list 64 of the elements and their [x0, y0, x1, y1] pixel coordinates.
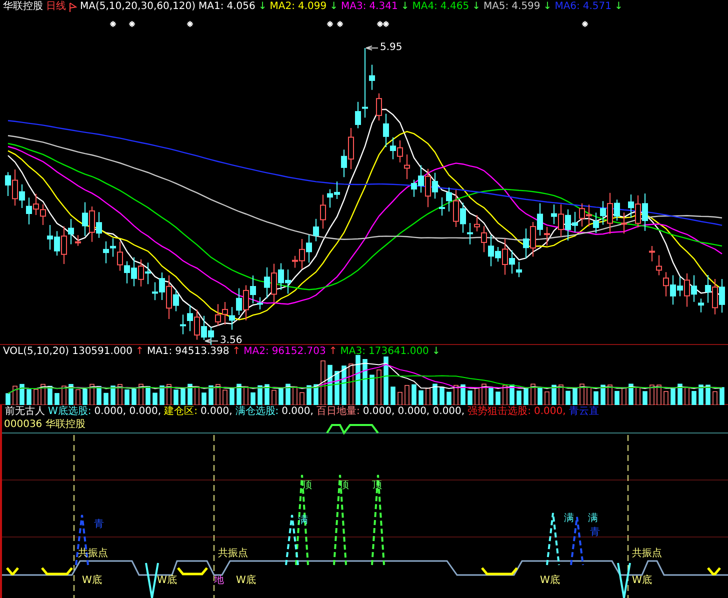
ma-label: MA3: [340, 1, 366, 13]
trend-arrow: ↓ [258, 1, 267, 13]
ma-label: MA4: [412, 1, 438, 13]
signal-label: W底 [540, 575, 560, 587]
legend-text: 青云直 [568, 406, 599, 418]
stock-name: 华联控股 [3, 1, 43, 13]
trend-arrow: ↓ [330, 1, 338, 13]
ma-label: MA1: [146, 346, 172, 358]
ma-value: 4.099 [298, 1, 327, 13]
ma-value: 94513.398 [175, 346, 230, 358]
legend-text: 0.000, 0.000, 0.000, [362, 406, 465, 418]
trend-arrow: ↑ [232, 346, 241, 358]
indicator-name: MA(5,10,20,30,60,120) [80, 1, 196, 13]
legend-text: 0.000, 0.000, [94, 406, 162, 418]
legend-text: 建仓区: [164, 406, 198, 418]
ma-value: 96152.703 [272, 346, 326, 358]
legend-text: 0.000, [534, 406, 566, 418]
indicator-name: VOL(5,10,20) [3, 346, 70, 358]
legend-text: 前无古人 [5, 406, 45, 418]
ma-label: MA1: [198, 1, 224, 13]
trend-arrow: ↑ [328, 346, 338, 358]
period-label: 日线 [46, 1, 66, 13]
signal-label: 满 [298, 515, 308, 527]
signal-label: W底 [157, 575, 177, 587]
trend-arrow: ↓ [543, 1, 552, 13]
legend-text: W底选股: [48, 406, 92, 418]
signal-label: 共振点 [632, 548, 662, 560]
ma-label: MA3: [340, 346, 366, 358]
trend-arrow: ↓ [614, 1, 623, 13]
ma-value: 173641.000 [368, 346, 429, 358]
stock-code-line: 000036 华联控股 [4, 419, 86, 431]
legend-text: 0.000, [200, 406, 232, 418]
ma-label: MA5: [483, 1, 509, 13]
ma-value: 4.056 [226, 1, 256, 13]
signal-label: 青 [590, 527, 600, 539]
signal-label: 共振点 [218, 548, 248, 560]
legend-text: 0.000, [282, 406, 314, 418]
signal-label: 青 [94, 519, 104, 531]
signal-label: W底 [632, 575, 652, 587]
signal-label: W底 [82, 575, 102, 587]
ma-value: 4.465 [440, 1, 470, 13]
volume-value: 130591.000 [72, 346, 133, 358]
trend-arrow: ↓ [472, 1, 480, 13]
high-price-label: 5.95 [380, 42, 402, 54]
trend-arrow: ↓ [432, 346, 440, 358]
ma-label: MA2: [244, 346, 269, 358]
signal-label: 满 [588, 513, 598, 525]
low-price-label: 3.56 [220, 335, 242, 346]
signal-label: 地 [214, 575, 224, 587]
signal-label: W底 [236, 575, 256, 587]
ma-label: MA6: [554, 1, 580, 13]
ma-value: 4.571 [582, 1, 612, 13]
legend-text: 百日地量: [316, 406, 360, 418]
ma-label: MA2: [270, 1, 295, 13]
signal-label: 顶 [302, 480, 312, 492]
trend-arrow: ↓ [400, 1, 410, 13]
legend-text: 满仓选股: [235, 406, 279, 418]
signal-label: 顶 [339, 480, 349, 492]
signal-label: 满 [564, 513, 574, 525]
ma-value: 4.599 [512, 1, 540, 13]
signal-label: 顶 [372, 480, 382, 492]
trend-arrow: ↑ [136, 346, 144, 358]
legend-text: 强势狙击选股: [468, 406, 531, 418]
ma-value: 4.341 [369, 1, 398, 13]
